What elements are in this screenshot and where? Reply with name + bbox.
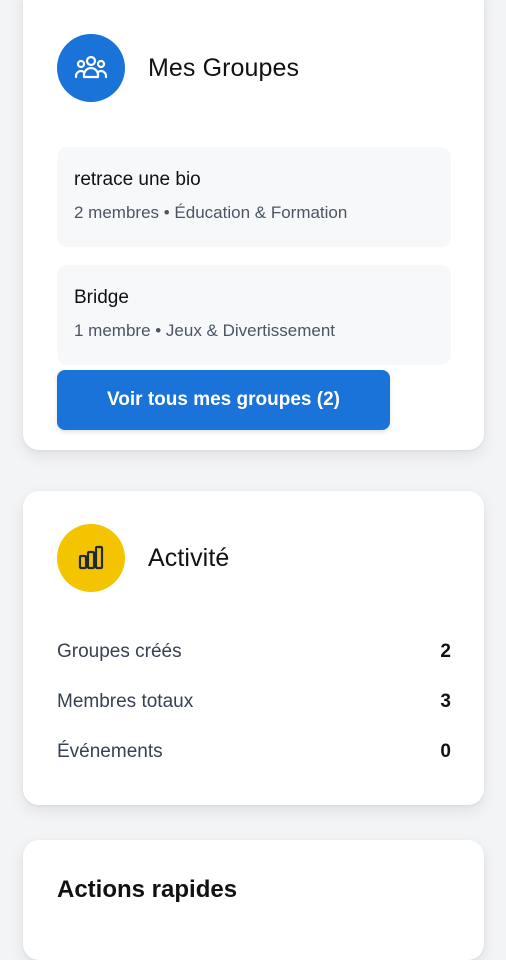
group-item[interactable]: Bridge 1 membre • Jeux & Divertissement bbox=[57, 265, 451, 365]
view-all-groups-button[interactable]: Voir tous mes groupes (2) bbox=[57, 370, 390, 430]
stat-value: 2 bbox=[440, 641, 451, 662]
stat-label: Membres totaux bbox=[57, 691, 194, 712]
activity-card: Activité Groupes créés 2 Membres totaux … bbox=[23, 491, 484, 805]
stat-row-groups-created: Groupes créés 2 bbox=[57, 641, 451, 663]
quick-actions-card: Actions rapides bbox=[23, 840, 484, 960]
group-name: Bridge bbox=[74, 287, 129, 308]
stat-row-total-members: Membres totaux 3 bbox=[57, 691, 451, 713]
group-item[interactable]: retrace une bio 2 membres • Éducation & … bbox=[57, 147, 451, 247]
group-meta: 2 membres • Éducation & Formation bbox=[74, 203, 348, 222]
stat-label: Groupes créés bbox=[57, 641, 182, 662]
my-groups-title: Mes Groupes bbox=[148, 53, 300, 82]
stat-label: Événements bbox=[57, 741, 163, 762]
stat-row-events: Événements 0 bbox=[57, 741, 451, 763]
stat-value: 3 bbox=[440, 691, 451, 712]
my-groups-header: Mes Groupes bbox=[57, 34, 299, 102]
group-name: retrace une bio bbox=[74, 169, 201, 190]
activity-header: Activité bbox=[57, 524, 229, 592]
stat-value: 0 bbox=[440, 741, 451, 762]
users-icon bbox=[57, 34, 125, 102]
my-groups-card: Mes Groupes retrace une bio 2 membres • … bbox=[23, 0, 484, 450]
activity-title: Activité bbox=[148, 543, 230, 572]
bar-chart-icon bbox=[57, 524, 125, 592]
group-meta: 1 membre • Jeux & Divertissement bbox=[74, 321, 336, 340]
